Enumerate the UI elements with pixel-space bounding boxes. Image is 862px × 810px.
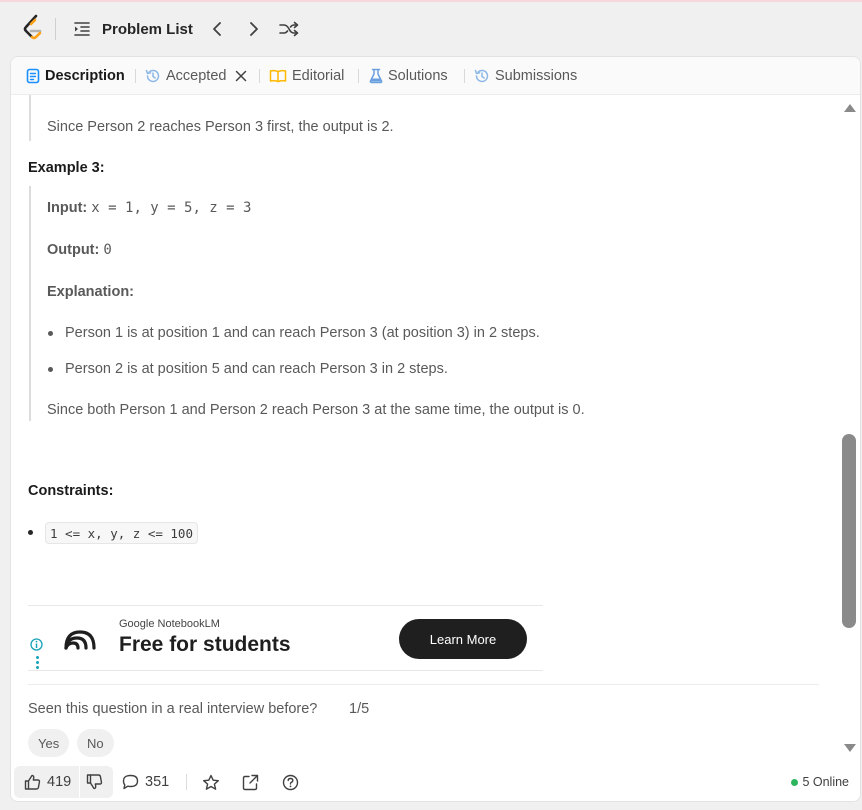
list-bullet: [48, 331, 53, 336]
problem-description: Since Person 2 reaches Person 3 first, t…: [11, 95, 841, 763]
tab-divider: [135, 69, 136, 83]
help-circle-icon: [282, 774, 299, 790]
next-problem-button[interactable]: [241, 16, 267, 42]
input-value: x = 1, y = 5, z = 3: [91, 200, 252, 216]
ad-brand: Google NotebookLM: [119, 618, 220, 630]
scroll-up-arrow-icon[interactable]: [843, 103, 857, 113]
downvote-button[interactable]: [80, 766, 113, 798]
list-bullet: [48, 367, 53, 372]
scroll-down-arrow-icon[interactable]: [843, 743, 857, 753]
tab-editorial-label: Editorial: [292, 68, 345, 84]
notebooklm-logo-icon: [64, 630, 96, 650]
tab-accepted-label: Accepted: [166, 68, 227, 84]
chevron-left-icon: [213, 22, 221, 36]
example-2-block: [29, 95, 31, 141]
interview-count: 1/5: [349, 701, 370, 717]
online-status-icon: [791, 778, 799, 786]
more-options-icon[interactable]: [36, 656, 39, 671]
nav-divider: [55, 18, 56, 40]
tab-submissions-label: Submissions: [495, 68, 578, 84]
list-bullet: [28, 530, 33, 535]
favorite-button[interactable]: [202, 766, 220, 798]
tab-accepted[interactable]: Accepted: [145, 57, 247, 95]
list-icon: [74, 22, 90, 36]
tab-description[interactable]: Description: [26, 57, 125, 95]
top-nav: Problem List: [0, 2, 862, 56]
tab-bar: Description Accepted Editorial Solutions…: [11, 57, 860, 95]
vote-group: 419: [14, 766, 114, 798]
leetcode-logo-icon[interactable]: [22, 14, 46, 42]
history-icon: [145, 69, 160, 83]
input-label: Input:: [47, 200, 88, 216]
tab-divider: [358, 69, 359, 83]
description-panel: Description Accepted Editorial Solutions…: [10, 56, 861, 802]
online-indicator: 5 Online: [791, 775, 849, 789]
explanation-conclusion: Since both Person 1 and Person 2 reach P…: [47, 402, 585, 418]
help-button[interactable]: [282, 766, 299, 798]
explanation-label: Explanation:: [47, 284, 135, 300]
explanation-item: Person 2 is at position 5 and can reach …: [65, 361, 448, 377]
bottom-toolbar: 419 351 5 Online: [11, 763, 860, 801]
output-label: Output:: [47, 242, 100, 258]
interview-question: Seen this question in a real interview b…: [28, 701, 318, 717]
ad-headline: Free for students: [119, 633, 291, 656]
star-icon: [203, 774, 219, 790]
random-problem-button[interactable]: [276, 16, 302, 42]
flask-icon: [369, 68, 383, 84]
tab-solutions-label: Solutions: [388, 68, 448, 84]
no-button[interactable]: No: [77, 729, 114, 757]
history-icon: [474, 69, 489, 83]
example-3-output: Output: 0: [47, 240, 112, 260]
tab-solutions[interactable]: Solutions: [369, 57, 448, 95]
section-divider: [28, 684, 819, 685]
example-3-block: [29, 186, 31, 421]
book-icon: [269, 69, 287, 83]
upvote-button[interactable]: 419: [14, 766, 79, 798]
example-3-title: Example 3:: [28, 160, 105, 176]
close-tab-icon[interactable]: [235, 70, 247, 82]
online-count: 5 Online: [802, 775, 849, 789]
scrollbar-thumb[interactable]: [842, 434, 856, 628]
ad-banner[interactable]: Google NotebookLM Free for students Lear…: [28, 605, 543, 671]
tab-description-label: Description: [45, 68, 125, 84]
yes-button[interactable]: Yes: [28, 729, 70, 757]
shuffle-icon: [279, 21, 299, 37]
problem-list-label: Problem List: [102, 20, 193, 38]
constraints-title: Constraints:: [28, 483, 114, 499]
external-link-icon: [242, 774, 259, 790]
description-icon: [26, 68, 40, 84]
chevron-right-icon: [250, 22, 258, 36]
thumbs-up-icon: [24, 774, 41, 790]
tab-editorial[interactable]: Editorial: [269, 57, 344, 95]
comment-count: 351: [145, 774, 170, 790]
tab-submissions[interactable]: Submissions: [474, 57, 577, 95]
example-3-input: Input: x = 1, y = 5, z = 3: [47, 198, 251, 218]
tab-divider: [259, 69, 260, 83]
learn-more-button[interactable]: Learn More: [399, 619, 527, 659]
tab-divider: [464, 69, 465, 83]
thumbs-down-icon: [87, 774, 103, 790]
share-button[interactable]: [242, 766, 259, 798]
problem-list-button[interactable]: Problem List: [72, 16, 193, 42]
comments-button[interactable]: 351: [122, 766, 169, 798]
toolbar-divider: [186, 774, 187, 790]
comment-icon: [122, 774, 139, 790]
info-icon[interactable]: [30, 638, 43, 651]
output-value: 0: [103, 242, 112, 258]
prev-problem-button[interactable]: [204, 16, 230, 42]
example-2-conclusion: Since Person 2 reaches Person 3 first, t…: [47, 119, 394, 135]
explanation-item: Person 1 is at position 1 and can reach …: [65, 325, 540, 341]
like-count: 419: [47, 774, 72, 790]
constraint-code: 1 <= x, y, z <= 100: [45, 522, 198, 544]
